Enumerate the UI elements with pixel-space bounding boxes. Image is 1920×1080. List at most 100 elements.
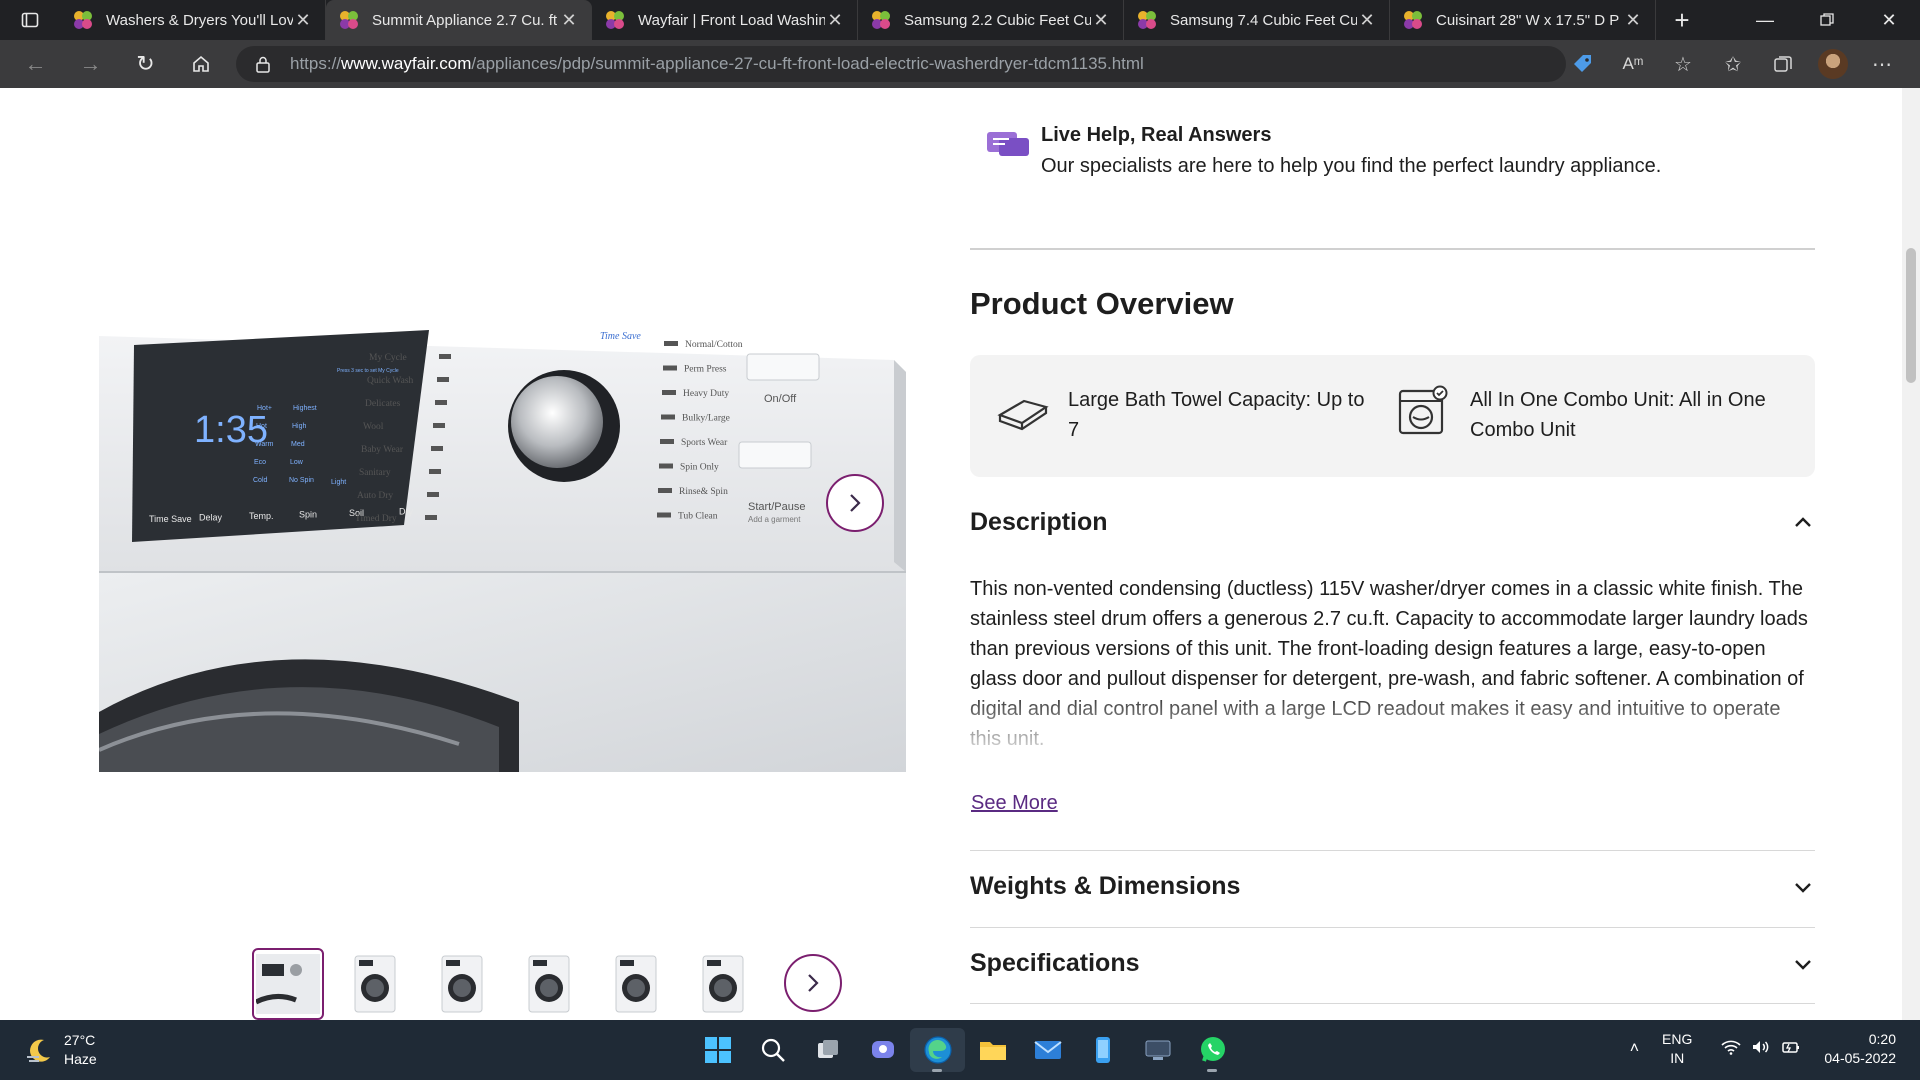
browser-tab[interactable]: Samsung 7.4 Cubic Feet Cu ✕: [1124, 0, 1390, 40]
home-button[interactable]: [173, 40, 228, 88]
show-hidden-icons-button[interactable]: ˄: [1630, 1040, 1639, 1058]
tab-title: Cuisinart 28" W x 17.5" D P: [1436, 11, 1620, 29]
live-help-banner[interactable]: Live Help, Real Answers Our specialists …: [985, 124, 1661, 178]
windows-icon: [704, 1037, 731, 1063]
product-thumbnail[interactable]: [426, 948, 498, 1020]
chevron-right-icon: [850, 494, 861, 512]
product-main-image[interactable]: 1:35 Hot+ Hot Warm Eco Cold Highest High Med Low…: [99, 272, 906, 772]
cycle-label: Spin Only: [680, 463, 719, 473]
tab-close-button[interactable]: ✕: [559, 10, 579, 31]
divider: [970, 1003, 1815, 1004]
wayfair-favicon-icon: [74, 11, 92, 29]
start-button[interactable]: [690, 1028, 745, 1072]
see-more-link[interactable]: See More: [971, 792, 1058, 815]
cycle-indicator: [435, 400, 447, 405]
wayfair-favicon-icon: [872, 11, 890, 29]
cycle-label: Wool: [363, 422, 384, 432]
wifi-icon[interactable]: [1721, 1039, 1741, 1060]
product-thumbnail[interactable]: [252, 948, 324, 1020]
profile-button[interactable]: [1808, 40, 1858, 88]
teams-chat-button[interactable]: [855, 1028, 910, 1072]
tab-close-button[interactable]: ✕: [825, 10, 845, 31]
chevron-right-icon: [808, 974, 819, 992]
browser-tab[interactable]: Samsung 2.2 Cubic Feet Cu ✕: [858, 0, 1124, 40]
back-button[interactable]: ←: [8, 40, 63, 88]
image-next-button[interactable]: [826, 474, 884, 532]
coupon-button[interactable]: [1558, 40, 1608, 88]
cycle-indicator: [431, 446, 443, 451]
cycle-indicator: [664, 341, 678, 346]
product-thumbnail[interactable]: [513, 948, 585, 1020]
back-arrow-icon: ←: [24, 51, 47, 76]
tab-close-button[interactable]: ✕: [1091, 10, 1111, 31]
file-explorer-button[interactable]: [965, 1028, 1020, 1072]
minimize-button[interactable]: —: [1734, 0, 1796, 40]
language-indicator[interactable]: ENG IN: [1662, 1030, 1692, 1068]
washer-thumbnail-image: [441, 955, 483, 1013]
weather-widget[interactable]: 27°C Haze: [24, 1032, 97, 1067]
mail-button[interactable]: [1020, 1028, 1075, 1072]
address-bar-row: ← → ↻ https://www.wayfair.com/appliances…: [0, 40, 1920, 88]
taskbar: 27°C Haze ˄ ENG IN 0:20 04-05-2022: [0, 1020, 1920, 1080]
tab-close-button[interactable]: ✕: [1357, 10, 1377, 31]
product-thumbnail[interactable]: [339, 948, 411, 1020]
edge-taskbar-button[interactable]: [910, 1028, 965, 1072]
lcd-temp-label: Cold: [253, 477, 268, 484]
tag-icon: [1574, 55, 1591, 72]
scrollbar-thumb[interactable]: [1906, 248, 1916, 383]
wayfair-favicon-icon: [1404, 11, 1422, 29]
task-view-button[interactable]: [800, 1028, 855, 1072]
phone-link-button[interactable]: [1075, 1028, 1130, 1072]
lcd-light-label: Light: [331, 479, 346, 486]
clock[interactable]: 0:20 04-05-2022: [1824, 1030, 1896, 1068]
add-favorite-button[interactable]: ☆: [1658, 40, 1708, 88]
page-scrollbar[interactable]: [1902, 88, 1920, 1020]
specifications-accordion[interactable]: Specifications: [970, 949, 1815, 978]
live-help-subtitle: Our specialists are here to help you fin…: [1041, 155, 1662, 177]
volume-icon[interactable]: [1751, 1039, 1771, 1060]
tab-actions-button[interactable]: [0, 0, 60, 40]
forward-button[interactable]: →: [63, 40, 118, 88]
read-aloud-button[interactable]: Aᵐ: [1608, 40, 1658, 88]
panel-button-label: Delay: [199, 513, 223, 523]
washer-control-panel-image: 1:35 Hot+HotWarmEcoColdHighestHighMedLow…: [99, 272, 906, 772]
lcd-temp-label: Eco: [254, 459, 266, 466]
tab-close-button[interactable]: ✕: [293, 10, 313, 31]
whatsapp-button[interactable]: [1185, 1028, 1240, 1072]
panel-button-label: Spin: [299, 510, 317, 520]
divider: [970, 850, 1815, 851]
product-thumbnail[interactable]: [687, 948, 759, 1020]
url-field[interactable]: https://www.wayfair.com/appliances/pdp/s…: [236, 46, 1566, 82]
collections-button[interactable]: [1758, 40, 1808, 88]
accordion-heading: Specifications: [970, 949, 1140, 977]
product-thumbnail[interactable]: [600, 948, 672, 1020]
settings-menu-button[interactable]: ⋯: [1858, 40, 1908, 88]
tab-close-button[interactable]: ✕: [1623, 10, 1643, 31]
folder-icon: [979, 1042, 1006, 1060]
panel-button-label: Temp.: [249, 511, 274, 521]
browser-tab[interactable]: Washers & Dryers You'll Lov ✕: [60, 0, 326, 40]
thumbnail-strip: [252, 948, 774, 1020]
close-window-button[interactable]: ✕: [1858, 0, 1920, 40]
overview-item-text: Large Bath Towel Capacity: Up to 7: [1068, 389, 1365, 441]
lcd-hint: Press 3 sec to set My Cycle: [337, 368, 399, 374]
browser-tab[interactable]: Cuisinart 28" W x 17.5" D P ✕: [1390, 0, 1656, 40]
cycle-label: Heavy Duty: [683, 389, 729, 399]
refresh-button[interactable]: ↻: [118, 40, 173, 88]
weights-dimensions-accordion[interactable]: Weights & Dimensions: [970, 872, 1815, 901]
search-button[interactable]: [745, 1028, 800, 1072]
favorites-button[interactable]: ✩: [1708, 40, 1758, 88]
restore-button[interactable]: [1796, 0, 1858, 40]
battery-icon[interactable]: [1781, 1039, 1801, 1060]
thumbnail-next-button[interactable]: [784, 954, 842, 1012]
accordion-heading: Weights & Dimensions: [970, 872, 1241, 900]
browser-tab[interactable]: Wayfair | Front Load Washin ✕: [592, 0, 858, 40]
new-tab-button[interactable]: +: [1656, 0, 1708, 40]
cycle-label: Sanitary: [359, 468, 391, 478]
description-header[interactable]: Description: [970, 508, 1815, 537]
mail-icon: [1033, 1041, 1062, 1059]
panel-button-label: Time Save: [149, 514, 192, 524]
app-button[interactable]: [1130, 1028, 1185, 1072]
washer-icon: [1398, 385, 1448, 435]
browser-tab[interactable]: Summit Appliance 2.7 Cu. ft ✕: [326, 0, 592, 40]
